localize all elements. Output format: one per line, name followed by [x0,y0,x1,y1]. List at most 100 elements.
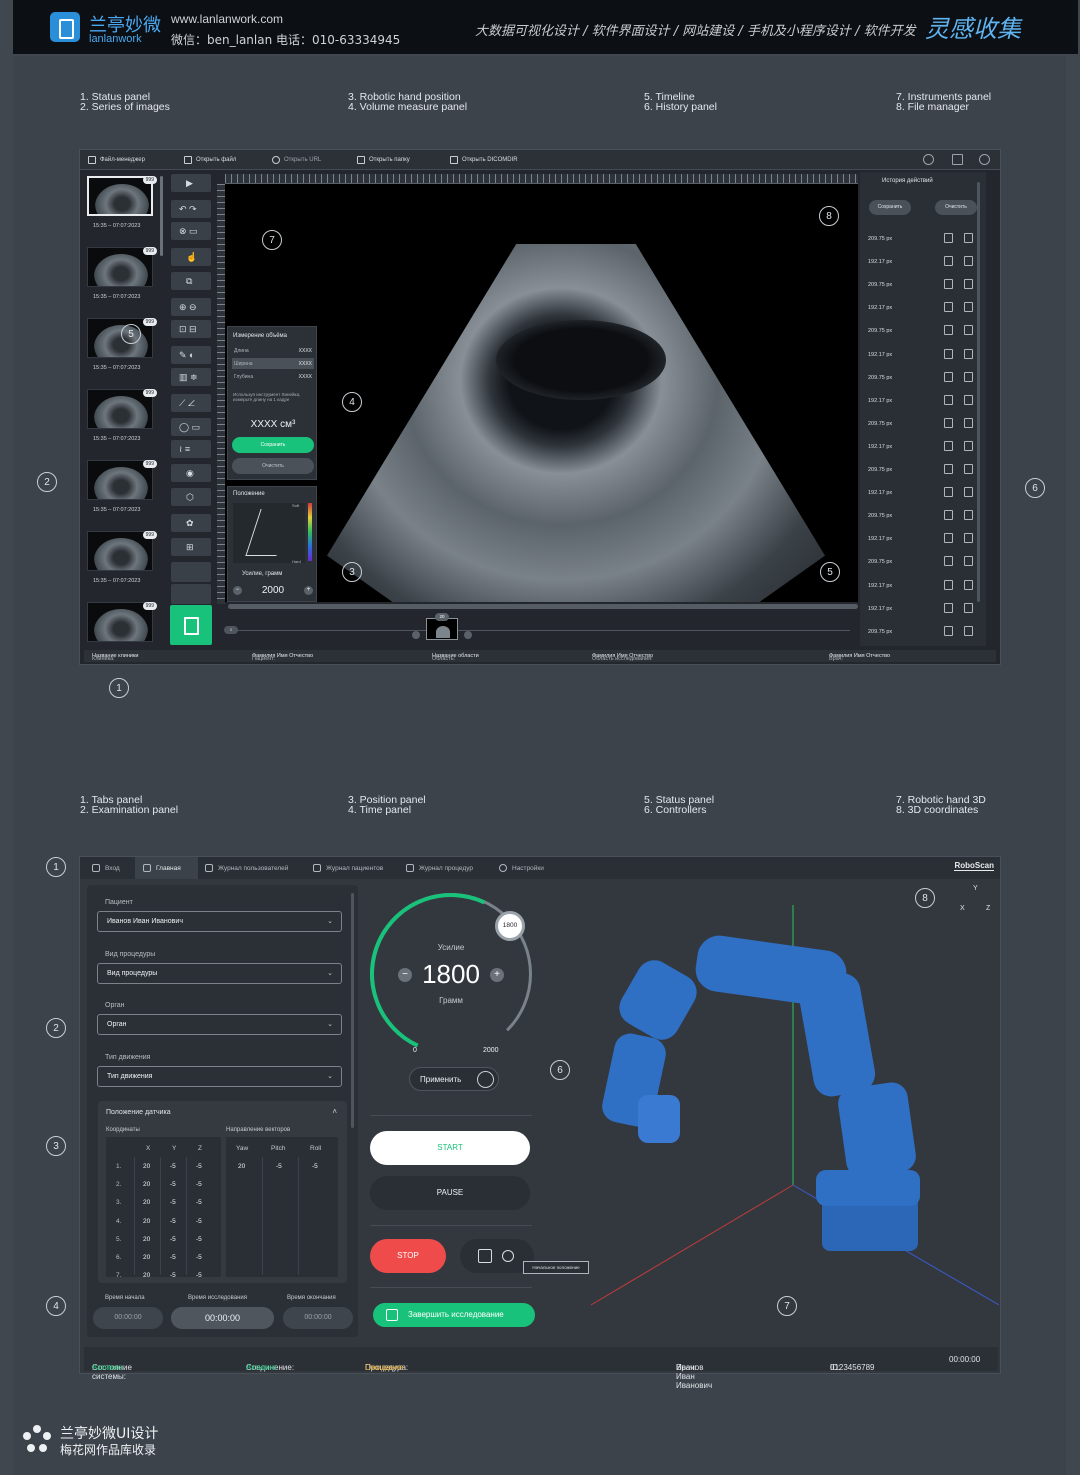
trash-icon[interactable] [964,440,973,451]
tool-button[interactable]: ◉ [171,464,211,482]
tab-procedures-log[interactable]: Журнал процедур [406,864,473,872]
edit-icon[interactable] [944,302,953,313]
history-row[interactable]: 192.17 px [868,436,980,459]
edit-icon[interactable] [944,602,953,613]
trash-icon[interactable] [964,487,973,498]
history-clear-button[interactable]: Очистить [935,200,977,215]
gear-icon[interactable] [979,154,990,165]
trash-icon[interactable] [964,394,973,405]
edit-icon[interactable] [944,348,953,359]
edit-icon[interactable] [944,256,953,267]
trash-icon[interactable] [964,602,973,613]
trash-icon[interactable] [964,233,973,243]
edit-icon[interactable] [944,440,953,451]
history-row[interactable]: 209.75 px [868,367,980,390]
exam-field-select[interactable]: Орган ⌄ [97,1014,342,1035]
history-row[interactable]: 192.17 px [868,482,980,505]
trash-icon[interactable] [964,556,973,567]
trash-icon[interactable] [964,371,973,382]
toolbar-open-dicomdir[interactable]: Открыть DICOMDIR [450,156,518,164]
gauge-plus-button[interactable]: + [490,968,504,982]
series-scrollbar[interactable] [160,176,163,256]
pause-button[interactable]: PAUSE [370,1176,530,1210]
history-row[interactable]: 192.17 px [868,344,980,367]
apply-toggle[interactable]: Применить [409,1067,499,1091]
tool-button[interactable]: ⊕ ⊖ [171,298,211,316]
force-plus-button[interactable]: + [304,586,313,595]
edit-icon[interactable] [944,510,953,521]
robot-3d-view[interactable] [546,885,999,1339]
tool-button[interactable]: ▶ [171,174,211,192]
volume-row-width[interactable]: Ширина XXXX [232,358,314,369]
edit-icon[interactable] [944,464,953,474]
exam-field-select[interactable]: Иванов Иван Иванович ⌄ [97,911,342,932]
series-thumbnail[interactable]: 999 15:35 – 07:07:2023 [85,174,159,245]
finish-exam-button[interactable]: Завершить исследование [373,1303,535,1327]
trash-icon[interactable] [964,302,973,313]
history-row[interactable]: 192.17 px [868,575,980,598]
history-icon[interactable] [923,154,934,165]
series-thumbnail[interactable]: 999 15:35 – 07:07:2023 [85,245,159,316]
exam-scrollbar[interactable] [351,893,354,1128]
exam-field-select[interactable]: Вид процедуры ⌄ [97,962,342,984]
collapse-icon[interactable]: ˄ [332,1107,337,1116]
history-row[interactable]: 209.75 px [868,459,980,482]
volume-clear-button[interactable]: Очистить [232,458,314,474]
tool-button[interactable]: ▥ ≑ [171,368,211,386]
history-row[interactable]: 192.17 px [868,528,980,551]
series-thumbnail[interactable]: 999 15:35 – 07:07:2023 [85,529,159,600]
timeline[interactable]: 0 20 [220,612,858,646]
trash-icon[interactable] [964,510,973,521]
tab-patients-log[interactable]: Журнал пациентов [313,864,383,872]
site-url[interactable]: www.lanlanwork.com [171,12,283,26]
history-row[interactable]: 209.75 px [868,228,980,251]
trash-icon[interactable] [964,464,973,474]
tool-button[interactable]: ↶ ↷ [171,200,211,218]
history-save-button[interactable]: Сохранить [869,200,911,215]
history-row[interactable]: 209.75 px [868,505,980,528]
force-gauge[interactable]: 1800 Усилие − 1800 + Грамм [347,870,555,1078]
history-row[interactable]: 209.75 px [868,274,980,297]
history-row[interactable]: 192.17 px [868,598,980,621]
edit-icon[interactable] [944,394,953,405]
start-button[interactable]: START [370,1131,530,1165]
tool-button[interactable]: ✎ ◐ [171,346,211,364]
edit-icon[interactable] [944,533,953,544]
toolbar-open-folder[interactable]: Открыть папку [357,156,410,164]
trash-icon[interactable] [964,625,973,636]
tool-button[interactable]: ◯ ▭ [171,418,211,436]
edit-icon[interactable] [944,417,953,428]
edit-icon[interactable] [944,487,953,498]
ultrasound-image[interactable] [225,184,858,602]
trash-icon[interactable] [964,256,973,267]
document-icon[interactable] [952,154,963,165]
tool-button[interactable]: ⊡ ⊟ [171,320,211,338]
edit-icon[interactable] [944,625,953,636]
tool-button[interactable]: ☝ [171,248,211,266]
toolbar-open-file[interactable]: Открыть файл [184,156,236,164]
edit-icon[interactable] [944,556,953,567]
volume-save-button[interactable]: Сохранить [232,437,314,453]
tool-button[interactable]: ⊞ [171,538,211,556]
series-thumbnail[interactable]: 999 [85,600,159,648]
tab-home[interactable]: Главная [143,864,181,872]
history-row[interactable]: 209.75 px [868,413,980,436]
trash-icon[interactable] [964,417,973,428]
tab-settings[interactable]: Настройки [499,864,544,872]
trash-icon[interactable] [964,325,973,336]
edit-icon[interactable] [944,579,953,590]
trash-icon[interactable] [964,279,973,290]
tab-login[interactable]: Вход [92,864,120,872]
exam-field-select[interactable]: Тип движения ⌄ [97,1065,342,1087]
series-thumbnail[interactable]: 999 15:35 – 07:07:2023 [85,458,159,529]
trash-icon[interactable] [964,348,973,359]
viewer-scrollbar[interactable] [228,604,858,609]
tool-button[interactable]: ⬡ [171,488,211,506]
stop-button[interactable]: STOP [370,1239,446,1273]
tool-button[interactable]: ⟋ ∠ [171,394,211,412]
series-thumbnail[interactable]: 999 15:35 – 07:07:2023 [85,387,159,458]
toggle-knob[interactable] [477,1071,494,1088]
toolbar-file-manager[interactable]: Файл-менеджер [88,156,145,164]
history-row[interactable]: 192.17 px [868,390,980,413]
trash-icon[interactable] [964,533,973,544]
